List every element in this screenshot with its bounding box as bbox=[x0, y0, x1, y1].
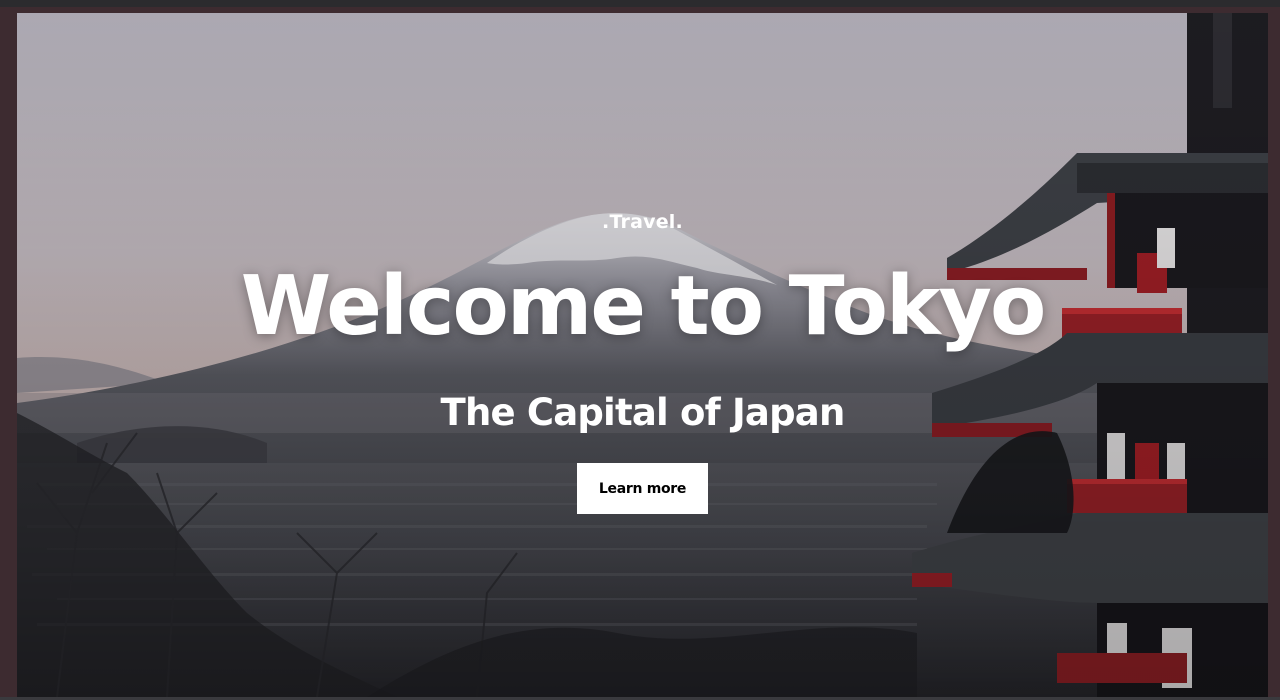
hero-content: .Travel. Welcome to Tokyo The Capital of… bbox=[17, 13, 1268, 697]
hero-section: .Travel. Welcome to Tokyo The Capital of… bbox=[17, 13, 1268, 697]
window-top-bar bbox=[0, 0, 1280, 7]
brand-logo[interactable]: .Travel. bbox=[17, 211, 1268, 233]
hero-subheadline: The Capital of Japan bbox=[440, 391, 846, 434]
hero-headline: Welcome to Tokyo bbox=[240, 259, 1047, 354]
learn-more-button[interactable]: Learn more bbox=[577, 463, 708, 514]
